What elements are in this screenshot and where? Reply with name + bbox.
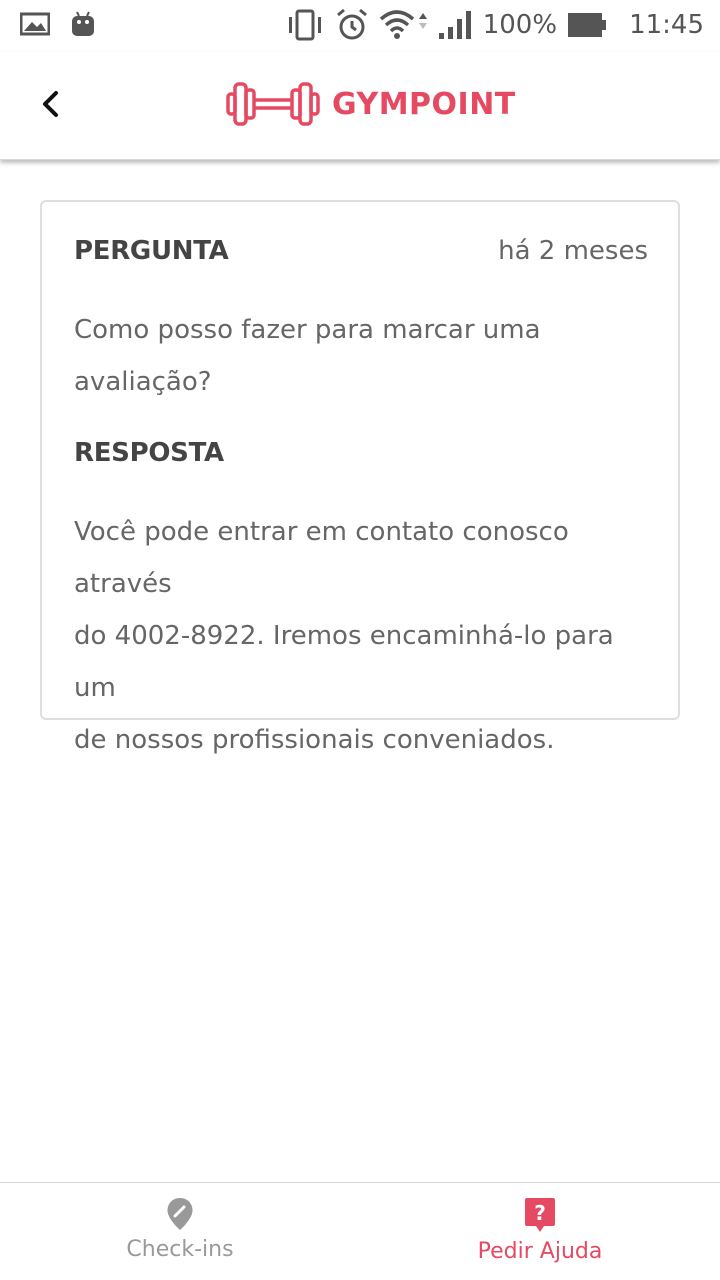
tab-label: Check-ins (126, 1237, 234, 1262)
vibrate-icon (285, 9, 325, 41)
tab-label: Pedir Ajuda (477, 1239, 603, 1264)
wifi-icon (379, 9, 427, 41)
answer-line: do 4002-8922. Iremos encaminhá-lo para u… (74, 621, 614, 703)
back-button[interactable] (28, 82, 72, 126)
chevron-left-icon (43, 91, 58, 117)
question-time: há 2 meses (498, 236, 648, 266)
bottom-tab-bar: Check-ins ? Pedir Ajuda (0, 1182, 720, 1280)
status-bar: 100% 11:45 (0, 0, 720, 52)
question-text: Como posso fazer para marcar uma avaliaç… (74, 304, 650, 408)
location-pin-icon (167, 1198, 193, 1230)
answer-line: de nossos profissionais conveniados. (74, 725, 555, 755)
alarm-icon (335, 8, 369, 42)
help-icon: ? (525, 1198, 555, 1232)
dumbbell-icon (226, 82, 320, 126)
answer-line: Você pode entrar em contato conosco atra… (74, 517, 569, 599)
clock: 11:45 (629, 10, 704, 40)
logo-text: GYMPOINT (332, 86, 516, 122)
tab-pedir-ajuda[interactable]: ? Pedir Ajuda (360, 1183, 720, 1280)
question-line: Como posso fazer para marcar uma (74, 315, 541, 345)
app-header: GYMPOINT (0, 52, 720, 160)
svg-text:?: ? (534, 1201, 546, 1225)
answer-text: Você pode entrar em contato conosco atra… (74, 506, 650, 766)
answer-label: RESPOSTA (74, 438, 224, 468)
tab-check-ins[interactable]: Check-ins (0, 1183, 360, 1280)
question-label: PERGUNTA (74, 236, 229, 266)
gympoint-logo: GYMPOINT (226, 78, 516, 130)
battery-percentage: 100% (482, 10, 558, 40)
battery-icon (567, 12, 607, 38)
signal-icon (437, 9, 473, 41)
image-icon (20, 11, 50, 37)
help-order-card: PERGUNTA há 2 meses Como posso fazer par… (40, 200, 680, 755)
android-icon (70, 10, 96, 38)
question-line: avaliação? (74, 367, 212, 397)
